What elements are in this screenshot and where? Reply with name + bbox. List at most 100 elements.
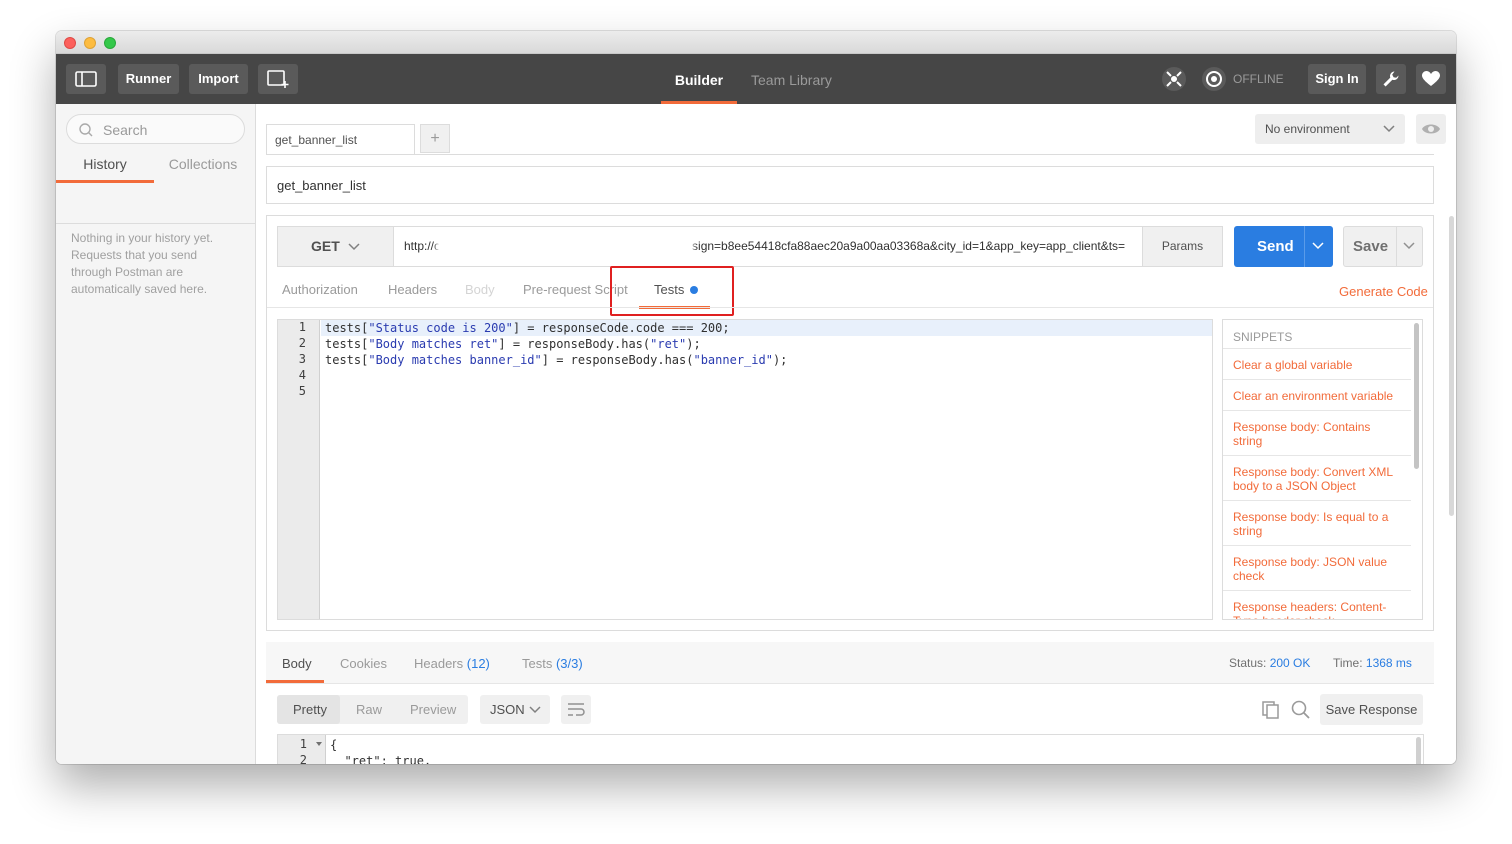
sidebar: Search History Collections Nothing in yo…: [56, 104, 256, 764]
tab-builder[interactable]: Builder: [661, 54, 737, 104]
tab-headers[interactable]: Headers: [388, 282, 437, 298]
chevron-down-icon: [348, 243, 360, 251]
snippet-item[interactable]: Response body: Convert XML body to a JSO…: [1223, 455, 1411, 500]
close-window-button[interactable]: [64, 37, 76, 49]
tab-authorization[interactable]: Authorization: [282, 282, 358, 298]
time-value: 1368 ms: [1365, 656, 1412, 670]
history-empty-message: Nothing in your history yet. Requests th…: [71, 231, 214, 296]
request-tab[interactable]: get_banner_list: [266, 124, 415, 155]
tab-response-body[interactable]: Body: [282, 656, 312, 671]
import-button[interactable]: Import: [189, 64, 248, 94]
save-label: Save: [1353, 238, 1389, 255]
format-raw[interactable]: Raw: [356, 702, 382, 717]
code-line: {: [330, 738, 338, 752]
response-format-group: Pretty Raw Preview: [277, 695, 468, 724]
wrap-lines-button[interactable]: [561, 695, 591, 724]
method-select[interactable]: GET: [278, 227, 394, 266]
search-icon: [79, 123, 93, 137]
interceptor-icon[interactable]: [1161, 66, 1187, 92]
chevron-down-icon[interactable]: [1312, 242, 1324, 250]
snippets-scrollbar[interactable]: [1414, 323, 1419, 469]
tab-response-cookies[interactable]: Cookies: [340, 656, 387, 671]
snippets-panel: SNIPPETS Clear a global variable Clear a…: [1222, 319, 1423, 620]
tab-collections[interactable]: Collections: [154, 148, 252, 183]
code-line: tests["Body matches banner_id"] = respon…: [325, 353, 788, 367]
favorites-button[interactable]: [1416, 64, 1446, 94]
snippet-item[interactable]: Clear a global variable: [1223, 348, 1411, 379]
chevron-down-icon: [1383, 125, 1395, 133]
highlight-annotation-box: [610, 266, 734, 316]
response-scrollbar[interactable]: [1416, 737, 1421, 764]
save-response-button[interactable]: Save Response: [1320, 694, 1423, 725]
sync-status-icon[interactable]: [1201, 66, 1227, 92]
response-time: Time: 1368 ms: [1333, 656, 1412, 670]
chevron-down-icon[interactable]: [1403, 242, 1415, 250]
environment-quick-look-button[interactable]: [1416, 114, 1446, 144]
eye-icon: [1422, 124, 1440, 134]
save-button[interactable]: Save: [1343, 226, 1423, 267]
request-name[interactable]: get_banner_list: [266, 166, 1434, 204]
snippet-item[interactable]: Response body: Is equal to a string: [1223, 500, 1411, 545]
search-placeholder: Search: [103, 122, 148, 138]
zoom-window-button[interactable]: [104, 37, 116, 49]
tab-history[interactable]: History: [56, 148, 154, 183]
title-bar: [56, 31, 1456, 54]
add-tab-button[interactable]: +: [420, 124, 450, 153]
line-number: 3: [298, 352, 306, 366]
response-header: Body Cookies Headers (12) Tests (3/3) St…: [266, 642, 1434, 684]
response-status: Status: 200 OK: [1229, 656, 1311, 670]
search-icon[interactable]: [1291, 700, 1311, 720]
sidebar-icon: [75, 71, 97, 87]
app-window: Runner Import Builder Team Library OFFLI…: [56, 31, 1456, 764]
language-select[interactable]: JSON: [480, 695, 550, 724]
tabs-divider: [266, 154, 1434, 155]
language-value: JSON: [490, 702, 525, 717]
snippet-item[interactable]: Response headers: Content-Type header ch…: [1223, 590, 1411, 619]
main-scrollbar[interactable]: [1449, 216, 1454, 516]
sync-status-label: OFFLINE: [1233, 72, 1284, 86]
new-window-icon: [267, 70, 289, 88]
code-line: "ret": true,: [330, 754, 432, 764]
toggle-sidebar-button[interactable]: [66, 64, 106, 94]
environment-select[interactable]: No environment: [1255, 114, 1405, 144]
method-value: GET: [311, 238, 340, 254]
minimize-window-button[interactable]: [84, 37, 96, 49]
fold-arrow-icon[interactable]: [316, 742, 322, 747]
copy-icon[interactable]: [1261, 700, 1281, 720]
format-pretty[interactable]: Pretty: [293, 702, 327, 717]
line-number: 2: [299, 753, 307, 764]
editor-gutter: 1 2 3 4 5: [278, 320, 320, 619]
environment-value: No environment: [1265, 122, 1350, 136]
header-toolbar: Runner Import Builder Team Library OFFLI…: [56, 54, 1456, 104]
response-body-viewer[interactable]: 1 2 { "ret": true,: [277, 734, 1424, 764]
url-prefix: http://c: [404, 239, 441, 253]
generate-code-link[interactable]: Generate Code: [1339, 284, 1428, 299]
send-split-divider: [1304, 226, 1305, 267]
new-window-button[interactable]: [258, 64, 298, 94]
code-line: tests["Status code is 200"] = responseCo…: [325, 321, 730, 335]
active-tab-underline: [266, 680, 324, 683]
snippet-item[interactable]: Response body: Contains string: [1223, 410, 1411, 455]
redacted-url-mask: [438, 239, 692, 255]
headers-count: (12): [466, 656, 490, 671]
tab-response-headers[interactable]: Headers (12): [414, 656, 490, 671]
tab-body[interactable]: Body: [465, 282, 495, 298]
snippet-item[interactable]: Clear an environment variable: [1223, 379, 1411, 410]
url-suffix: sign=b8ee54418cfa88aec20a9a00aa03368a&ci…: [692, 239, 1126, 253]
format-preview[interactable]: Preview: [410, 702, 456, 717]
editor-gutter: 1 2: [278, 735, 326, 764]
runner-button[interactable]: Runner: [118, 64, 179, 94]
send-button[interactable]: Send: [1234, 226, 1333, 267]
tab-team-library[interactable]: Team Library: [751, 54, 832, 104]
code-line: tests["Body matches ret"] = responseBody…: [325, 337, 701, 351]
line-number: 4: [298, 368, 306, 382]
tests-code-editor[interactable]: 1 2 3 4 5 tests["Status code is 200"] = …: [277, 319, 1213, 620]
sign-in-button[interactable]: Sign In: [1308, 64, 1366, 94]
wrench-icon: [1383, 71, 1399, 87]
params-button[interactable]: Params: [1142, 227, 1222, 266]
snippet-item[interactable]: Response body: JSON value check: [1223, 545, 1411, 590]
tab-response-tests[interactable]: Tests (3/3): [522, 656, 583, 671]
settings-button[interactable]: [1376, 64, 1406, 94]
sidebar-divider: [56, 223, 255, 224]
search-input[interactable]: Search: [66, 114, 245, 144]
